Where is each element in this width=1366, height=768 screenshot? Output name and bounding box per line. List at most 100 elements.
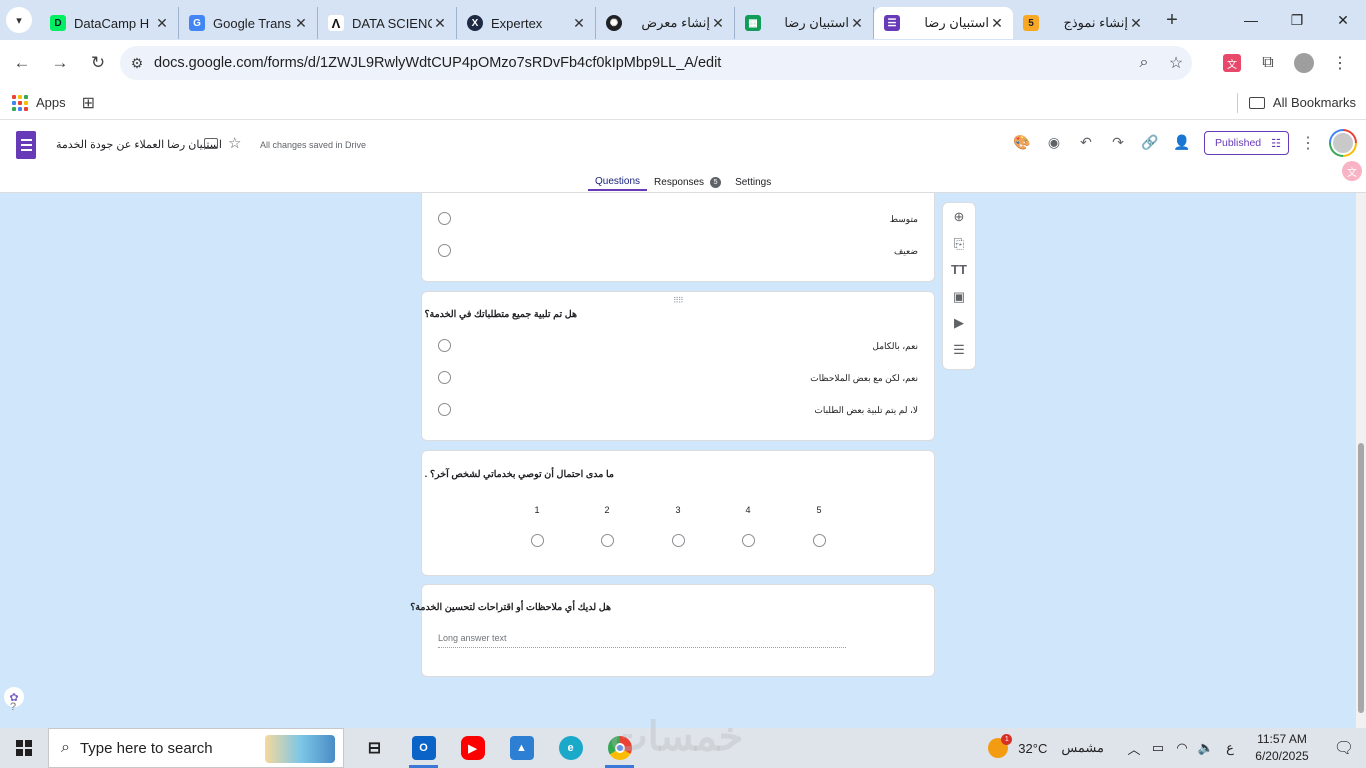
redo-icon[interactable]: ↷ xyxy=(1102,131,1134,153)
scale-radio[interactable] xyxy=(813,534,826,547)
tab-create-form[interactable]: 5 إنشاء نموذج ✕ xyxy=(1013,7,1152,39)
add-section-icon[interactable]: ☰ xyxy=(943,342,975,358)
preview-eye-icon[interactable]: ◉ xyxy=(1038,131,1070,153)
tab-google-translate[interactable]: G Google Trans ✕ xyxy=(179,7,318,39)
radio-option[interactable] xyxy=(438,403,451,416)
add-question-icon[interactable]: ⊕ xyxy=(943,209,975,225)
battery-icon[interactable]: ▭ xyxy=(1146,740,1170,756)
tab-questions[interactable]: Questions xyxy=(588,173,648,191)
close-icon[interactable]: ✕ xyxy=(1128,15,1144,32)
close-icon[interactable]: ✕ xyxy=(154,15,170,32)
taskbar-search[interactable]: ⌕ Type here to search xyxy=(48,728,344,768)
scrollbar-thumb[interactable] xyxy=(1358,443,1364,713)
notifications-icon[interactable]: 🗨 xyxy=(1322,738,1366,758)
scale-radio[interactable] xyxy=(531,534,544,547)
weather-widget[interactable]: 1 32°C مشمس xyxy=(988,734,1104,758)
all-bookmarks[interactable]: All Bookmarks xyxy=(1248,95,1356,110)
palette-icon[interactable]: 🎨 xyxy=(1006,131,1038,153)
close-icon[interactable]: ✕ xyxy=(571,15,587,32)
close-window-icon[interactable]: ✕ xyxy=(1320,0,1366,40)
close-icon[interactable]: ✕ xyxy=(293,15,309,32)
youtube-button[interactable]: ▶ xyxy=(448,728,497,768)
move-to-folder-icon[interactable] xyxy=(204,138,218,149)
browser-menu-icon[interactable]: ⋮ xyxy=(1322,46,1358,80)
star-icon[interactable]: ☆ xyxy=(228,134,241,152)
address-bar[interactable]: ⚙ docs.google.com/forms/d/1ZWJL9RwlyWdtC… xyxy=(120,46,1192,80)
link-icon[interactable]: 🔗 xyxy=(1134,131,1166,153)
reload-icon[interactable]: ↻ xyxy=(80,45,116,81)
new-tab-button[interactable]: + xyxy=(1158,6,1186,34)
tab-google-forms[interactable]: ☰ استبيان رضا ✕ xyxy=(874,7,1013,39)
question-card[interactable]: ⠿⠿ هل تم تلبية جميع متطلباتك في الخدمة؟ … xyxy=(421,291,935,441)
zoom-icon[interactable]: ⌕ xyxy=(1128,54,1160,72)
add-collaborator-icon[interactable]: 👤 xyxy=(1166,131,1198,153)
site-info-icon[interactable]: ⚙ xyxy=(120,55,154,72)
option-text[interactable]: لا، لم يتم تلبية بعض الطلبات xyxy=(814,405,918,416)
minimize-icon[interactable]: — xyxy=(1228,0,1274,40)
wifi-icon[interactable]: ◠ xyxy=(1170,740,1194,756)
extensions-puzzle-icon[interactable]: ⧉ xyxy=(1250,46,1286,80)
close-icon[interactable]: ✕ xyxy=(432,15,448,32)
tab-groups-icon[interactable]: ⊞ xyxy=(82,93,95,113)
scale-radio[interactable] xyxy=(672,534,685,547)
undo-icon[interactable]: ↶ xyxy=(1070,131,1102,153)
outlook-button[interactable]: O xyxy=(399,728,448,768)
option-text[interactable]: ضعيف xyxy=(894,246,918,257)
tab-datacamp[interactable]: D DataCamp H ✕ xyxy=(40,7,179,39)
restore-icon[interactable]: ❐ xyxy=(1274,0,1320,40)
google-forms-logo-icon[interactable] xyxy=(16,131,36,159)
question-title[interactable]: ما مدى احتمال أن توصي بخدماتي لشخص آخر؟ … xyxy=(425,469,614,480)
scale-radio[interactable] xyxy=(601,534,614,547)
radio-option[interactable] xyxy=(438,212,451,225)
translate-extension-icon[interactable]: 文 xyxy=(1214,46,1250,80)
question-title[interactable]: هل تم تلبية جميع متطلباتك في الخدمة؟ xyxy=(424,309,577,320)
photos-button[interactable]: ▲ xyxy=(497,728,546,768)
forward-icon[interactable]: → xyxy=(42,45,78,81)
option-text[interactable]: نعم، لكن مع بعض الملاحظات xyxy=(810,373,918,384)
question-card[interactable]: ما مدى احتمال أن توصي بخدماتي لشخص آخر؟ … xyxy=(421,450,935,576)
question-card[interactable]: هل لديك أي ملاحظات أو اقتراحات لتحسين ال… xyxy=(410,584,935,677)
more-options-icon[interactable]: ⋮ xyxy=(1300,133,1316,153)
tab-expertex[interactable]: X Expertex ✕ xyxy=(457,7,596,39)
option-text[interactable]: متوسط xyxy=(890,214,918,225)
tab-responses[interactable]: Responses 5 xyxy=(647,173,728,191)
tab-chatgpt[interactable]: ✺ إنشاء معرض ✕ xyxy=(596,7,735,39)
drag-handle-icon[interactable]: ⠿⠿ xyxy=(673,296,684,305)
close-icon[interactable]: ✕ xyxy=(849,15,865,32)
back-icon[interactable]: ← xyxy=(4,45,40,81)
task-view-button[interactable]: ⊟ xyxy=(350,728,399,768)
add-image-icon[interactable]: ▣ xyxy=(943,289,975,305)
url-text[interactable]: docs.google.com/forms/d/1ZWJL9RwlyWdtCUP… xyxy=(154,55,1128,71)
profile-avatar-icon[interactable] xyxy=(1286,46,1322,80)
chevron-up-icon[interactable]: ︿ xyxy=(1122,739,1146,758)
published-button[interactable]: Published ☷ xyxy=(1204,131,1289,155)
help-icon[interactable]: ? xyxy=(10,701,16,713)
form-title[interactable]: استبيان رضا العملاء عن جودة الخدمة xyxy=(56,138,222,151)
tab-google-sheets[interactable]: ▦ استبيان رضا ✕ xyxy=(735,7,874,39)
apps-bookmark[interactable]: Apps xyxy=(12,94,66,111)
scale-radio[interactable] xyxy=(742,534,755,547)
scrollbar[interactable] xyxy=(1356,193,1366,728)
tab-search-button[interactable]: ▾ xyxy=(6,7,32,33)
edge-button[interactable]: e xyxy=(546,728,595,768)
input-language[interactable]: ع xyxy=(1218,740,1242,756)
close-icon[interactable]: ✕ xyxy=(710,15,726,32)
avatar[interactable] xyxy=(1329,129,1357,157)
radio-option[interactable] xyxy=(438,371,451,384)
tab-settings[interactable]: Settings xyxy=(728,173,778,191)
close-icon[interactable]: ✕ xyxy=(989,15,1005,32)
clock[interactable]: 11:57 AM 6/20/2025 xyxy=(1242,731,1322,765)
translate-badge-icon[interactable]: 文 xyxy=(1342,161,1362,181)
import-questions-icon[interactable]: ⎘ xyxy=(943,236,975,252)
option-text[interactable]: نعم، بالكامل xyxy=(872,341,918,352)
add-video-icon[interactable]: ▶ xyxy=(943,315,975,331)
add-title-icon[interactable]: TT xyxy=(943,262,975,277)
start-button[interactable] xyxy=(0,728,48,768)
radio-option[interactable] xyxy=(438,339,451,352)
question-card[interactable]: متوسط ضعيف xyxy=(421,193,935,282)
bookmark-star-icon[interactable]: ☆ xyxy=(1160,53,1192,73)
question-title[interactable]: هل لديك أي ملاحظات أو اقتراحات لتحسين ال… xyxy=(410,602,611,613)
radio-option[interactable] xyxy=(438,244,451,257)
tab-data-science[interactable]: Λ DATA SCIENC ✕ xyxy=(318,7,457,39)
volume-icon[interactable]: 🔈 xyxy=(1194,740,1218,756)
